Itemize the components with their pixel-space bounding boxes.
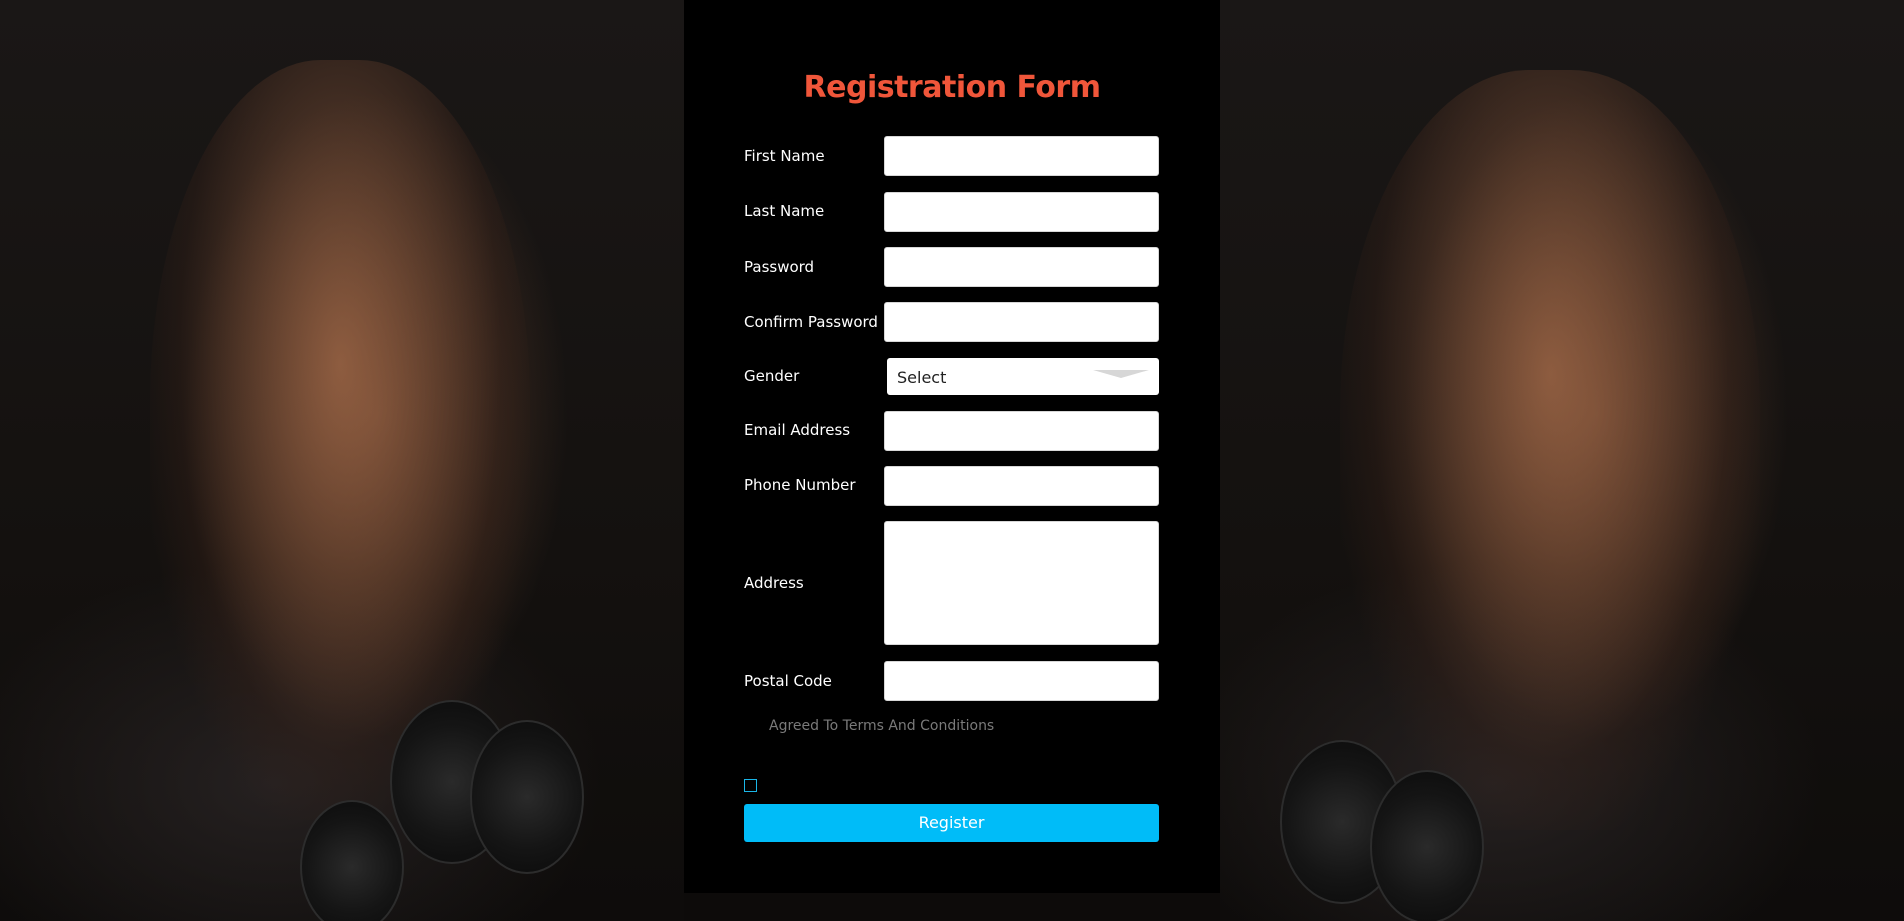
postal-code-input[interactable] (884, 661, 1159, 701)
postal-code-label: Postal Code (744, 672, 832, 690)
phone-label: Phone Number (744, 476, 856, 494)
gender-label: Gender (744, 367, 800, 385)
confirm-password-label: Confirm Password (744, 313, 878, 331)
gender-select[interactable]: Select (887, 358, 1159, 395)
first-name-label: First Name (744, 147, 825, 165)
password-label: Password (744, 258, 815, 276)
registration-form-panel: Registration Form First Name Last Name P… (684, 0, 1220, 893)
chevron-down-icon (1093, 370, 1149, 378)
dumbbell-plate-left-3 (300, 800, 404, 921)
confirm-password-input[interactable] (884, 302, 1159, 342)
password-input[interactable] (884, 247, 1159, 287)
gender-select-value: Select (897, 368, 947, 387)
address-label: Address (744, 574, 804, 592)
background-left-image (0, 0, 684, 921)
last-name-input[interactable] (884, 192, 1159, 232)
email-label: Email Address (744, 421, 851, 439)
dumbbell-plate-left-2 (470, 720, 584, 874)
last-name-label: Last Name (744, 202, 825, 220)
register-button[interactable]: Register (744, 804, 1159, 842)
email-input[interactable] (884, 411, 1159, 451)
address-textarea[interactable] (884, 521, 1159, 645)
background-right-image (1220, 0, 1904, 921)
first-name-input[interactable] (884, 136, 1159, 176)
phone-input[interactable] (884, 466, 1159, 506)
athlete-figure-right (1340, 70, 1760, 830)
terms-checkbox[interactable] (744, 779, 757, 792)
terms-label: Agreed To Terms And Conditions (769, 718, 995, 734)
dumbbell-plate-right-2 (1370, 770, 1484, 921)
form-title: Registration Form (803, 70, 1101, 105)
